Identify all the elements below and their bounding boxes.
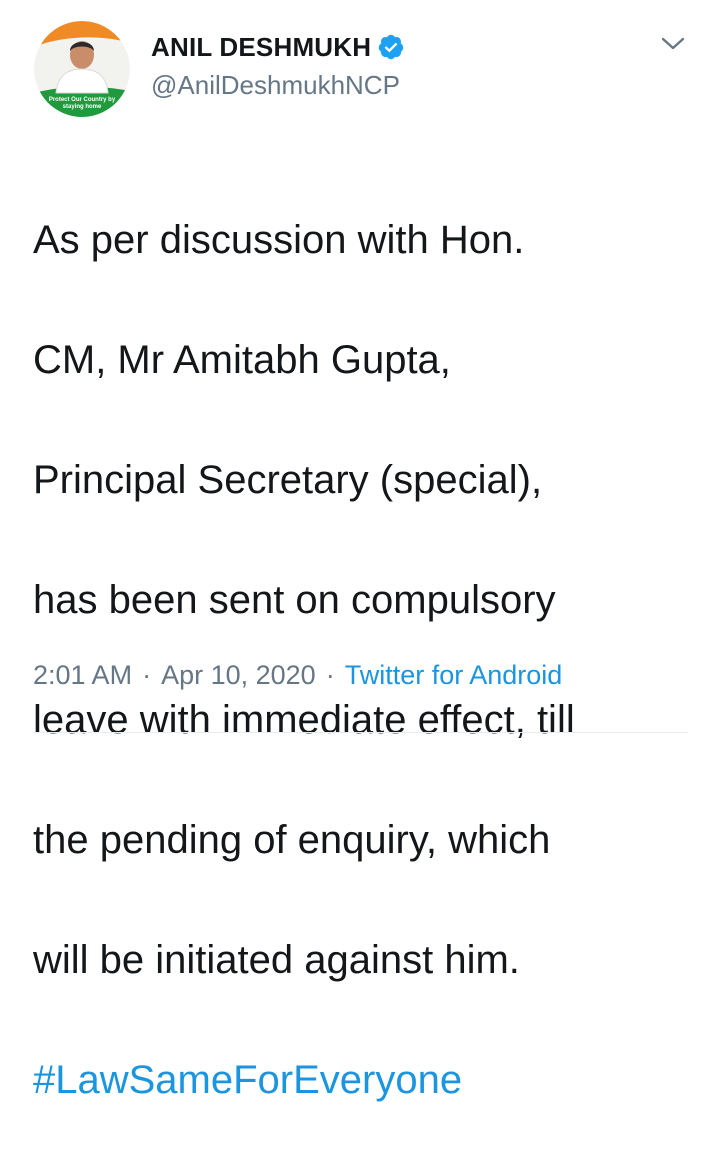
tweet-time[interactable]: 2:01 AM [33,660,132,691]
display-name[interactable]: ANIL DESHMUKH [151,32,371,63]
tweet-text-line: Principal Secretary (special), [33,458,543,502]
tweet-text-line: the pending of enquiry, which [33,818,551,862]
tweet-text-line: has been sent on compulsory [33,578,556,622]
user-handle[interactable]: @AnilDeshmukhNCP [151,70,405,101]
tweet-text-line: CM, Mr Amitabh Gupta, [33,338,451,382]
tweet-author: ANIL DESHMUKH @AnilDeshmukhNCP [151,30,405,101]
avatar-caption: Protect Our Country by staying home [48,97,116,110]
meta-separator: · [142,660,152,690]
tweet-date[interactable]: Apr 10, 2020 [161,660,316,691]
name-row: ANIL DESHMUKH [151,30,405,64]
tweet-source-link[interactable]: Twitter for Android [345,660,563,691]
tweet-meta: 2:01 AM · Apr 10, 2020 · Twitter for And… [33,660,562,691]
meta-separator: · [325,660,335,690]
divider [33,732,688,733]
tweet-text-line: will be initiated against him. [33,938,520,982]
chevron-down-icon[interactable] [660,34,686,54]
tweet-text-line: As per discussion with Hon. [33,218,525,262]
tweet-text-line: leave with immediate effect, till [33,698,575,742]
avatar[interactable]: Protect Our Country by staying home [34,21,130,117]
verified-badge-icon [377,33,405,61]
hashtag-link[interactable]: #LawSameForEveryone [33,1050,693,1110]
